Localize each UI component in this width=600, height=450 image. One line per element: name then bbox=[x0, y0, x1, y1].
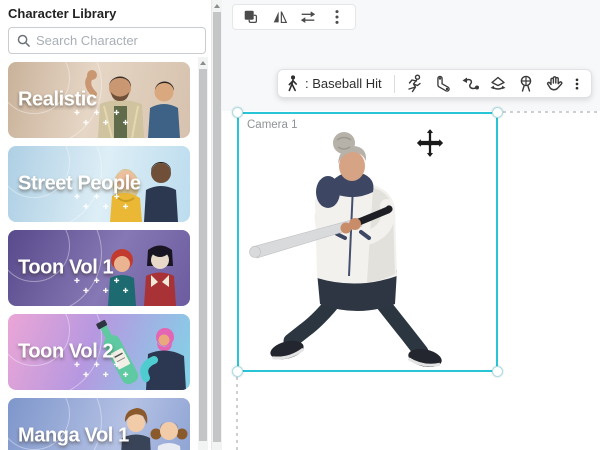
character-baseball-hitter[interactable] bbox=[245, 126, 470, 376]
stage-canvas[interactable]: : Baseball Hit Camera 1 bbox=[222, 0, 600, 450]
search-icon bbox=[17, 34, 30, 47]
search-box bbox=[8, 27, 206, 54]
object-toolbar bbox=[232, 4, 356, 30]
more-options-button[interactable] bbox=[327, 7, 347, 27]
character-pack-card-toon-vol-1[interactable]: Toon Vol 1 ✚ ✚ ✚ ✚ ✚ ✚ bbox=[8, 230, 190, 306]
street-people-pack-art bbox=[110, 162, 178, 222]
resize-handle-top-left[interactable] bbox=[232, 107, 243, 118]
animation-toolbar: : Baseball Hit bbox=[277, 69, 592, 98]
duplicate-button[interactable] bbox=[241, 7, 261, 27]
toolbar-divider bbox=[393, 74, 395, 93]
running-pose-button[interactable] bbox=[402, 72, 427, 96]
stage-boundary-dash-vertical bbox=[236, 377, 238, 450]
turnaround-icon bbox=[490, 76, 506, 90]
panel-scrollbar[interactable] bbox=[211, 0, 222, 450]
scrollbar-thumb[interactable] bbox=[213, 12, 221, 442]
character-pack-card-street-people[interactable]: Street People ✚ ✚ ✚ ✚ ✚ ✚ bbox=[8, 146, 190, 222]
duplicate-icon bbox=[244, 10, 258, 24]
walking-person-icon bbox=[288, 75, 298, 92]
limb-ik-button[interactable] bbox=[430, 72, 455, 96]
more-options-button[interactable] bbox=[570, 72, 584, 96]
motion-path-icon bbox=[462, 77, 480, 89]
swap-button[interactable] bbox=[298, 7, 318, 27]
scrollbar-thumb[interactable] bbox=[199, 69, 207, 441]
move-cursor-icon bbox=[415, 127, 445, 159]
character-pack-list: Realistic ✚ ✚ ✚ ✚ ✚ ✚ Street People ✚ ✚ ✚… bbox=[0, 60, 198, 450]
toon-vol1-pack-art bbox=[108, 245, 176, 306]
manga-vol1-pack-art bbox=[121, 408, 188, 450]
swap-icon bbox=[301, 11, 316, 24]
character-rig-button[interactable] bbox=[514, 72, 539, 96]
panel-title: Character Library bbox=[8, 6, 117, 21]
stage-boundary-dash-horizontal bbox=[503, 111, 600, 113]
realistic-pack-art bbox=[85, 70, 180, 138]
limb-ik-icon bbox=[437, 75, 450, 92]
hand-drag-button[interactable] bbox=[542, 72, 567, 96]
character-rig-icon bbox=[520, 75, 532, 92]
running-pose-icon bbox=[408, 74, 421, 92]
hand-drag-icon bbox=[547, 75, 563, 90]
toon-vol2-pack-art bbox=[96, 319, 186, 390]
flip-horizontal-button[interactable] bbox=[270, 7, 290, 27]
character-pack-card-realistic[interactable]: Realistic ✚ ✚ ✚ ✚ ✚ ✚ bbox=[8, 62, 190, 138]
character-pack-card-manga-vol-1[interactable]: Manga Vol 1 bbox=[8, 398, 190, 450]
resize-handle-bottom-right[interactable] bbox=[492, 366, 503, 377]
character-pack-card-toon-vol-2[interactable]: Toon Vol 2 ✚ ✚ ✚ ✚ ✚ ✚ bbox=[8, 314, 190, 390]
turnaround-button[interactable] bbox=[486, 72, 511, 96]
more-icon bbox=[335, 10, 339, 24]
motion-path-button[interactable] bbox=[458, 72, 483, 96]
character-library-panel: Character Library Search Character Reali… bbox=[0, 0, 222, 450]
app-window: Character Library Search Character Reali… bbox=[0, 0, 600, 450]
resize-handle-top-right[interactable] bbox=[492, 107, 503, 118]
scroll-up-icon[interactable] bbox=[214, 4, 220, 8]
flip-horizontal-icon bbox=[273, 11, 287, 23]
scroll-up-icon[interactable] bbox=[200, 61, 206, 65]
more-icon bbox=[575, 77, 578, 90]
search-input[interactable] bbox=[36, 33, 197, 48]
resize-handle-bottom-left[interactable] bbox=[232, 366, 243, 377]
current-animation-label: : Baseball Hit bbox=[305, 76, 382, 91]
character-list-scrollbar[interactable] bbox=[198, 57, 208, 450]
